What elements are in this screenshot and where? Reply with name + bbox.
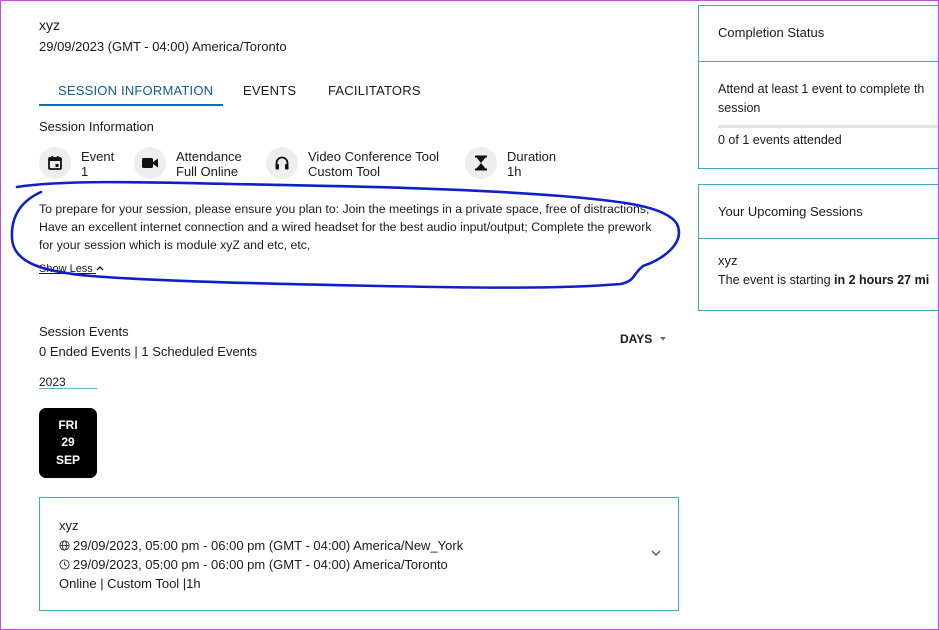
video-camera-icon [134,147,166,179]
badge-month: SEP [55,452,80,467]
info-value: 1h [507,164,522,179]
completion-requirement-line2: session [718,101,761,115]
tab-facilitators[interactable]: FACILITATORS [328,83,421,98]
events-counts: 0 Ended Events | 1 Scheduled Events [39,344,258,359]
session-page: xyz 29/09/2023 (GMT - 04:00) America/Tor… [0,0,939,630]
view-mode-dropdown[interactable]: DAYS [620,332,667,346]
info-label: Event [81,149,115,164]
badge-day-name: FRI [58,417,78,432]
year-label[interactable]: 2023 [39,375,66,389]
event-time-user-text: 29/09/2023, 05:00 pm - 06:00 pm (GMT - 0… [73,557,448,572]
session-information-heading: Session Information [39,119,154,134]
upcoming-session-name[interactable]: xyz [718,251,738,270]
chevron-down-icon[interactable] [650,548,662,558]
chevron-up-icon [96,266,104,271]
info-label: Duration [507,149,557,164]
headphones-icon [266,147,298,179]
badge-day: 29 [61,435,75,450]
completion-requirement-line1: Attend at least 1 event to complete th [718,82,925,96]
completion-progress-bar [718,125,938,128]
upcoming-sessions-title: Your Upcoming Sessions [718,204,863,219]
upcoming-sessions-panel: Your Upcoming Sessions xyz The event is … [698,184,938,311]
tab-events[interactable]: EVENTS [243,83,296,98]
panel-divider [699,61,938,62]
completion-progress-text: 0 of 1 events attended [718,133,842,147]
event-card[interactable]: xyz 29/09/2023, 05:00 pm - 06:00 pm (GMT… [39,497,679,611]
info-value: 1 [81,164,89,179]
year-underline [39,388,97,389]
upcoming-status-time: in 2 hours 27 mi [834,273,930,287]
session-title: xyz [39,17,60,33]
session-description: To prepare for your session, please ensu… [39,202,652,252]
event-title: xyz [59,518,79,533]
globe-icon [59,540,70,551]
info-label: Video Conference Tool [308,149,440,164]
info-value: Full Online [176,164,239,179]
show-less-label: Show Less [39,263,93,275]
hourglass-icon [465,147,497,179]
event-details: Online | Custom Tool |1h [59,576,201,591]
info-label: Attendance [176,149,242,164]
completion-status-title: Completion Status [718,25,825,40]
tab-session-information[interactable]: SESSION INFORMATION [58,83,213,98]
event-date-badge[interactable]: FRI 29 SEP [39,408,97,478]
event-time-user: 29/09/2023, 05:00 pm - 06:00 pm (GMT - 0… [59,557,448,572]
completion-status-panel: Completion Status Attend at least 1 even… [698,5,938,169]
clock-icon [59,559,70,570]
active-tab-indicator [39,104,223,106]
show-less-link[interactable]: Show Less [39,263,104,275]
upcoming-session-status: The event is starting in 2 hours 27 mi [718,271,929,290]
session-date: 29/09/2023 (GMT - 04:00) America/Toronto [39,39,287,54]
upcoming-status-prefix: The event is starting [718,273,835,287]
session-events-heading: Session Events [39,324,129,339]
calendar-icon [39,147,71,179]
info-value: Custom Tool [308,164,381,179]
event-time-local-text: 29/09/2023, 05:00 pm - 06:00 pm (GMT - 0… [73,538,464,553]
panel-divider [699,238,938,239]
view-mode-label: DAYS [620,332,653,346]
session-tabs: SESSION INFORMATION EVENTS FACILITATORS [39,83,679,107]
event-time-local: 29/09/2023, 05:00 pm - 06:00 pm (GMT - 0… [59,538,463,553]
caret-down-icon [659,337,666,341]
